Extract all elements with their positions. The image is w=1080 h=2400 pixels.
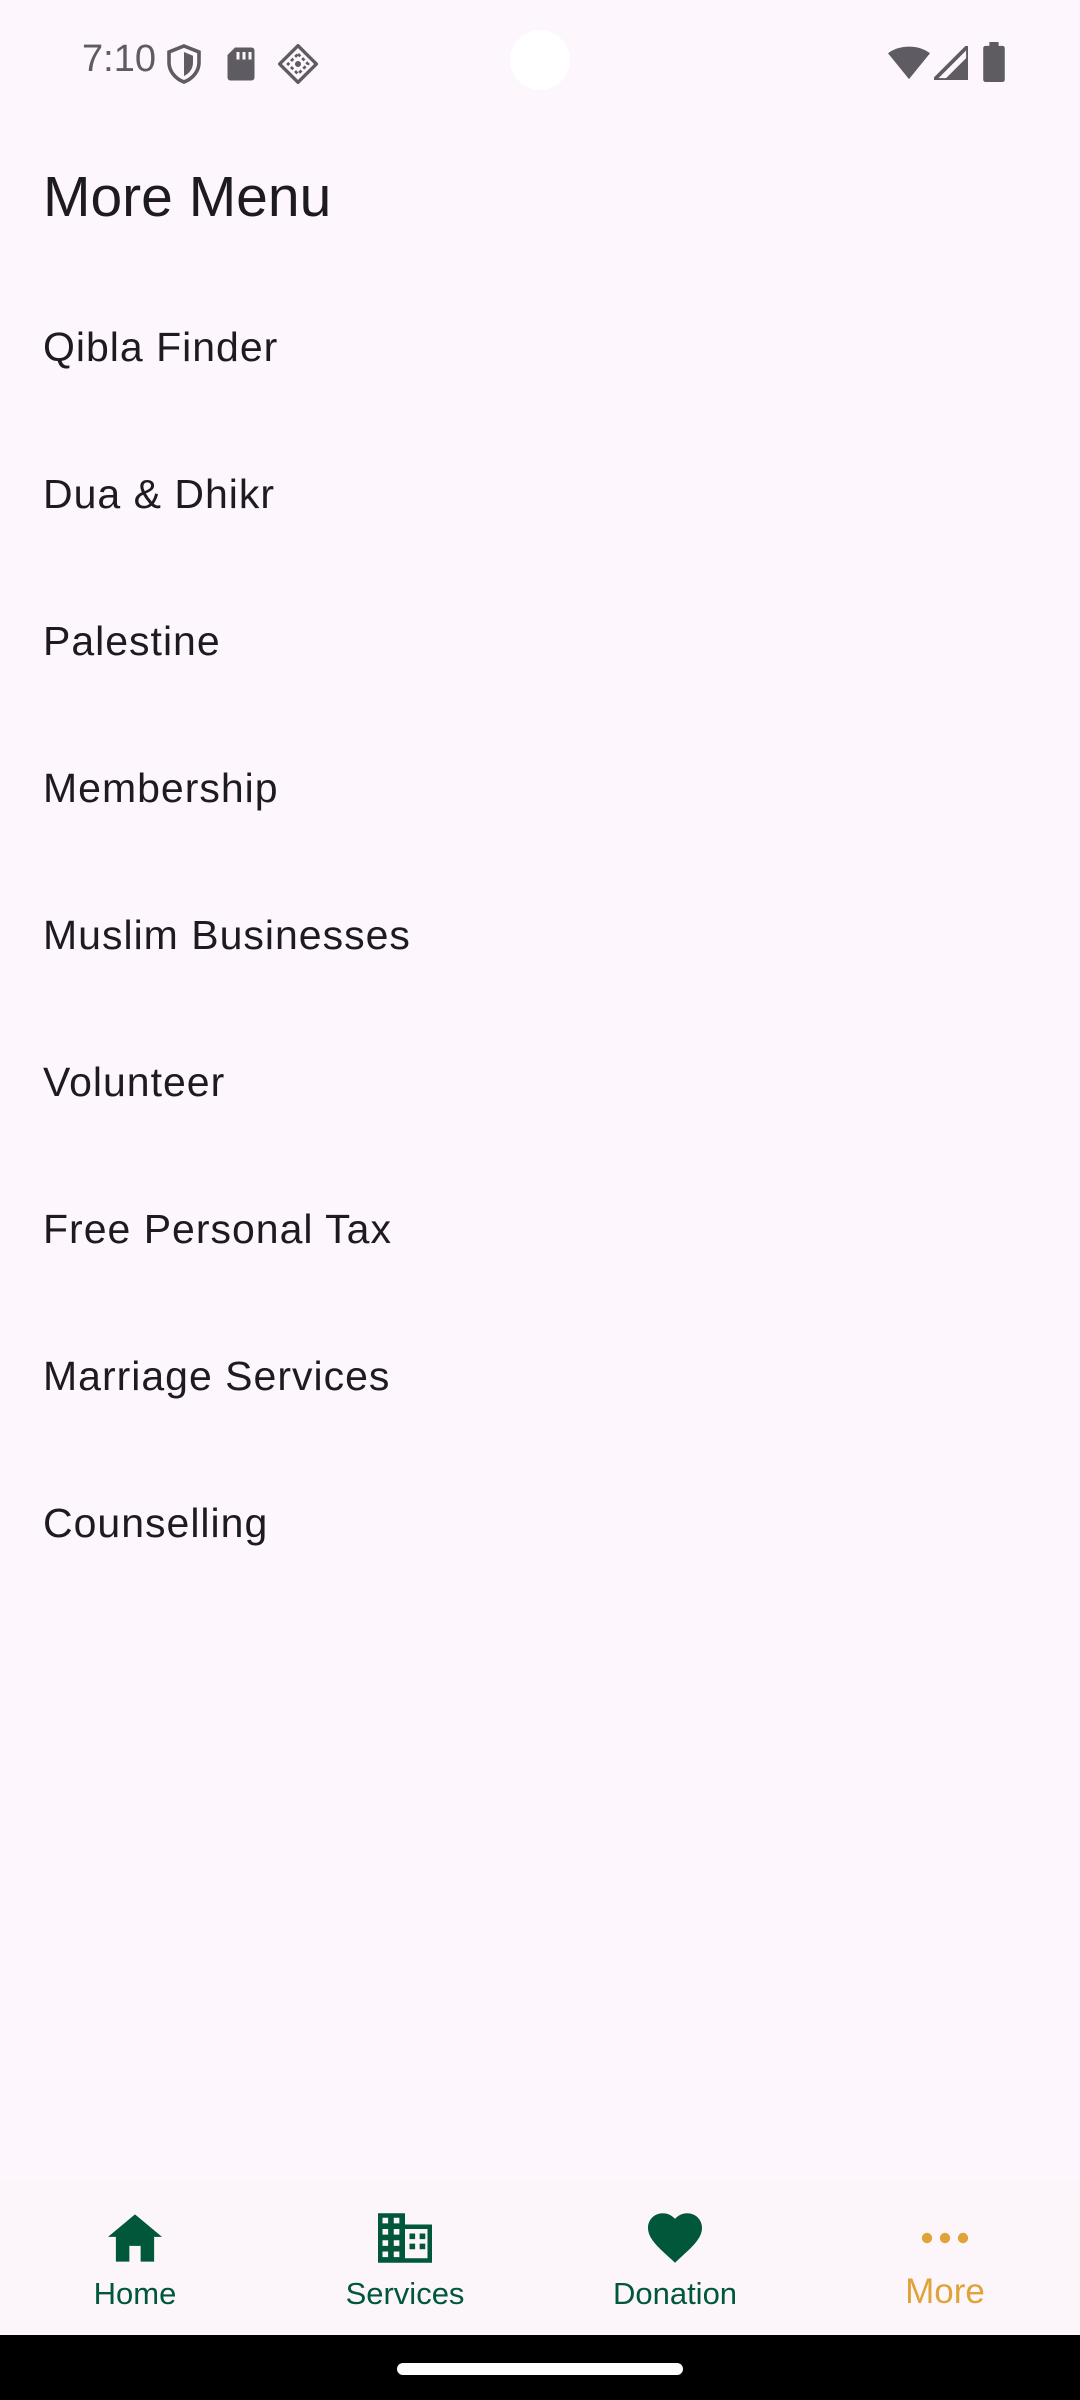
nav-item-home[interactable]: Home: [0, 2180, 270, 2335]
nav-item-more[interactable]: More: [810, 2180, 1080, 2335]
home-gesture-handle[interactable]: [397, 2363, 683, 2375]
menu-item-palestine[interactable]: Palestine: [0, 568, 1080, 715]
nav-label: Home: [93, 2276, 177, 2311]
menu-item-label: Qibla Finder: [43, 324, 279, 370]
nfc-tag-icon: [277, 43, 319, 89]
menu-item-label: Volunteer: [43, 1059, 226, 1105]
menu-item-qibla-finder[interactable]: Qibla Finder: [0, 274, 1080, 421]
camera-cutout: [510, 30, 570, 90]
menu-item-dua-dhikr[interactable]: Dua & Dhikr: [0, 421, 1080, 568]
home-icon: [107, 2210, 163, 2266]
menu-item-marriage-services[interactable]: Marriage Services: [0, 1303, 1080, 1450]
more-menu-list: Qibla Finder Dua & Dhikr Palestine Membe…: [0, 274, 1080, 1597]
menu-item-label: Marriage Services: [43, 1353, 391, 1399]
sd-card-icon: [226, 46, 256, 87]
cellular-signal-icon: [929, 41, 970, 85]
bottom-navigation-bar: Home Services Donation More: [0, 2180, 1080, 2335]
menu-item-muslim-businesses[interactable]: Muslim Businesses: [0, 862, 1080, 1009]
status-time: 7:10: [82, 38, 156, 80]
status-bar: 7:10: [0, 0, 1080, 128]
menu-item-membership[interactable]: Membership: [0, 715, 1080, 862]
building-icon: [377, 2210, 433, 2266]
menu-item-label: Palestine: [43, 618, 221, 664]
wifi-icon: [888, 46, 930, 85]
nav-label: Services: [345, 2276, 465, 2311]
heart-icon: [647, 2210, 703, 2266]
system-navigation-bar: [0, 2335, 1080, 2400]
menu-item-label: Free Personal Tax: [43, 1206, 392, 1252]
nav-label: More: [905, 2272, 985, 2311]
page-title: More Menu: [43, 165, 332, 229]
menu-item-volunteer[interactable]: Volunteer: [0, 1009, 1080, 1156]
battery-icon: [983, 42, 1005, 87]
menu-item-counselling[interactable]: Counselling: [0, 1450, 1080, 1597]
menu-item-label: Muslim Businesses: [43, 912, 411, 958]
nav-item-services[interactable]: Services: [270, 2180, 540, 2335]
shield-icon: [166, 44, 202, 89]
more-horiz-icon: [917, 2210, 973, 2266]
menu-item-label: Counselling: [43, 1500, 269, 1546]
nav-label: Donation: [612, 2276, 738, 2311]
menu-item-label: Membership: [43, 765, 279, 811]
menu-item-free-personal-tax[interactable]: Free Personal Tax: [0, 1156, 1080, 1303]
app-screen: 7:10 More Menu Qibla Finder Dua & Dhikr …: [0, 0, 1080, 2400]
menu-item-label: Dua & Dhikr: [43, 471, 276, 517]
nav-item-donation[interactable]: Donation: [540, 2180, 810, 2335]
